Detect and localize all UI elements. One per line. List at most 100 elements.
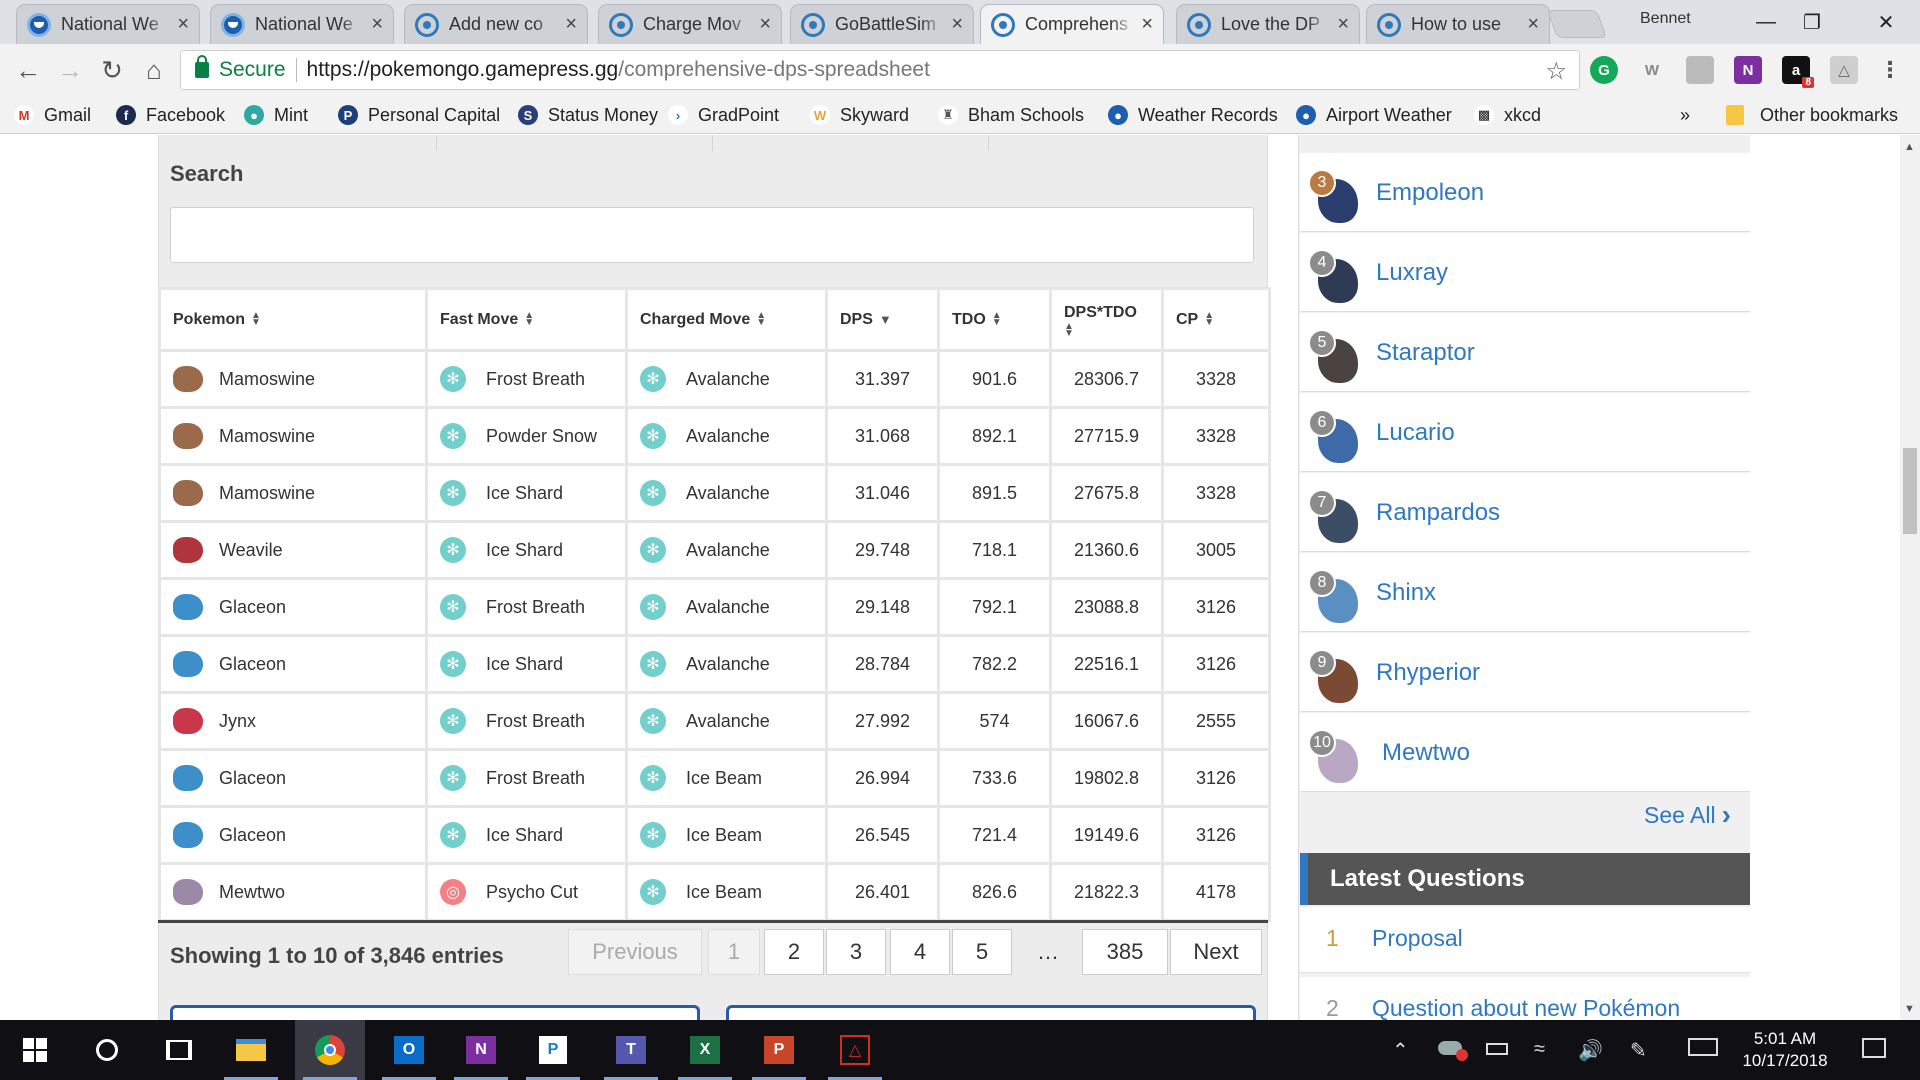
grammarly-extension-icon[interactable]: G: [1590, 56, 1618, 84]
export-csv-button[interactable]: [726, 1005, 1256, 1020]
question-item[interactable]: 1 Proposal: [1300, 907, 1750, 973]
browser-tab[interactable]: National We ×: [210, 4, 394, 44]
browser-tab[interactable]: National We ×: [16, 4, 200, 44]
ranking-item[interactable]: 8 Shinx: [1300, 553, 1750, 632]
column-header[interactable]: DPS ▼: [825, 287, 940, 352]
table-row[interactable]: Glaceon ✻ Frost Breath ✻ Avalanche 29.148 792.…: [158, 577, 1271, 637]
battery-icon[interactable]: [1486, 1038, 1508, 1061]
scroll-down-icon[interactable]: ▼: [1904, 1003, 1915, 1015]
table-row[interactable]: Jynx ✻ Frost Breath ✻ Avalanche 27.992 574 1606…: [158, 691, 1271, 751]
bookmark-item[interactable]: ▩ xkcd: [1474, 102, 1541, 128]
onedrive-icon[interactable]: [1438, 1038, 1468, 1061]
volume-icon[interactable]: 🔊: [1578, 1038, 1603, 1063]
page-button[interactable]: 5: [952, 929, 1012, 975]
onenote-extension-icon[interactable]: N: [1734, 56, 1762, 84]
bookmark-star-icon[interactable]: ☆: [1545, 57, 1567, 86]
system-clock[interactable]: 5:01 AM 10/17/2018: [1730, 1028, 1840, 1072]
keyboard-icon[interactable]: [1688, 1038, 1718, 1062]
file-explorer-button[interactable]: [216, 1020, 286, 1080]
question-item[interactable]: 2 Question about new Pokémon: [1300, 977, 1750, 1020]
bookmark-item[interactable]: › GradPoint: [668, 102, 779, 128]
tab-close-icon[interactable]: ×: [1337, 13, 1349, 36]
bookmark-item[interactable]: P Personal Capital: [338, 102, 500, 128]
next-page-button[interactable]: Next: [1170, 929, 1262, 975]
page-button[interactable]: 4: [890, 929, 950, 975]
powerpoint-taskbar-button[interactable]: P: [744, 1020, 814, 1080]
column-header[interactable]: CP ▲ ▼: [1161, 287, 1271, 352]
new-tab-button[interactable]: [1546, 10, 1608, 38]
browser-tab[interactable]: GoBattleSim ×: [790, 4, 974, 44]
other-bookmarks-folder[interactable]: Other bookmarks: [1726, 102, 1898, 128]
table-row[interactable]: Mamoswine ✻ Ice Shard ✻ Avalanche 31.046 891.5…: [158, 463, 1271, 523]
reload-button[interactable]: ↻: [96, 54, 128, 86]
restore-button[interactable]: ❐: [1792, 6, 1832, 38]
tab-close-icon[interactable]: ×: [1527, 13, 1539, 36]
pdf-extension-icon[interactable]: △: [1830, 56, 1858, 84]
bookmark-item[interactable]: ♜ Bham Schools: [938, 102, 1084, 128]
ranking-item[interactable]: 4 Luxray: [1300, 233, 1750, 312]
minimize-button[interactable]: —: [1746, 6, 1786, 38]
acrobat-taskbar-button[interactable]: △: [820, 1020, 890, 1080]
column-header[interactable]: Fast Move ▲ ▼: [425, 287, 628, 352]
bookmark-item[interactable]: ● Weather Records: [1108, 102, 1278, 128]
browser-tab[interactable]: Love the DP ×: [1176, 4, 1360, 44]
browser-tab[interactable]: Comprehens ×: [980, 4, 1164, 44]
column-header[interactable]: TDO ▲ ▼: [937, 287, 1052, 352]
page-scrollbar[interactable]: ▲ ▼: [1900, 135, 1920, 1020]
bookmark-item[interactable]: ● Airport Weather: [1296, 102, 1452, 128]
forward-button[interactable]: →: [54, 54, 86, 86]
table-row[interactable]: Glaceon ✻ Ice Shard ✻ Avalanche 28.784 782.2 22…: [158, 634, 1271, 694]
address-bar[interactable]: Secure https://pokemongo.gamepress.gg/co…: [180, 50, 1580, 90]
page-button[interactable]: 2: [764, 929, 824, 975]
tab-close-icon[interactable]: ×: [565, 13, 577, 36]
bookmark-item[interactable]: f Facebook: [116, 102, 225, 128]
bookmarks-overflow-button[interactable]: »: [1680, 102, 1690, 128]
table-row[interactable]: Glaceon ✻ Ice Shard ✻ Ice Beam 26.545 721.4 191…: [158, 805, 1271, 865]
onenote-taskbar-button[interactable]: N: [446, 1020, 516, 1080]
wifi-icon[interactable]: ≈: [1534, 1038, 1545, 1061]
ranking-item[interactable]: 10 Mewtwo: [1300, 713, 1750, 792]
home-button[interactable]: ⌂: [138, 54, 170, 86]
table-row[interactable]: Mamoswine ✻ Frost Breath ✻ Avalanche 31.397 90…: [158, 349, 1271, 409]
profile-button[interactable]: Bennet: [1640, 10, 1691, 28]
ranking-item[interactable]: 3 Empoleon: [1300, 153, 1750, 232]
pen-icon[interactable]: ✎: [1630, 1038, 1647, 1063]
table-row[interactable]: Glaceon ✻ Frost Breath ✻ Ice Beam 26.994 733.6…: [158, 748, 1271, 808]
ranking-item[interactable]: 5 Staraptor: [1300, 313, 1750, 392]
tab-close-icon[interactable]: ×: [177, 13, 189, 36]
column-header[interactable]: Charged Move ▲ ▼: [625, 287, 828, 352]
ranking-item[interactable]: 7 Rampardos: [1300, 473, 1750, 552]
outlook-taskbar-button[interactable]: O: [374, 1020, 444, 1080]
browser-tab[interactable]: Charge Mov ×: [598, 4, 782, 44]
tab-close-icon[interactable]: ×: [951, 13, 963, 36]
tab-close-icon[interactable]: ×: [759, 13, 771, 36]
task-view-button[interactable]: [144, 1020, 214, 1080]
close-window-button[interactable]: ✕: [1866, 6, 1906, 38]
show-hidden-icons-icon[interactable]: ⌃: [1392, 1038, 1409, 1063]
search-input[interactable]: [170, 207, 1254, 263]
amazon-extension-icon[interactable]: a8: [1782, 56, 1814, 88]
scroll-thumb[interactable]: [1903, 448, 1917, 534]
scroll-up-icon[interactable]: ▲: [1904, 141, 1915, 153]
column-header[interactable]: DPS*TDO ▲ ▼: [1049, 287, 1164, 352]
page-button[interactable]: 1: [708, 929, 760, 975]
browser-tab[interactable]: How to use ×: [1366, 4, 1550, 44]
action-center-icon[interactable]: [1862, 1038, 1886, 1064]
ranking-item[interactable]: 9 Rhyperior: [1300, 633, 1750, 712]
excel-taskbar-button[interactable]: X: [670, 1020, 740, 1080]
see-all-link[interactable]: See All ›: [1644, 799, 1731, 831]
question-link[interactable]: Question about new Pokémon: [1372, 995, 1680, 1020]
teams-taskbar-button[interactable]: T: [596, 1020, 666, 1080]
back-button[interactable]: ←: [12, 54, 44, 86]
chrome-menu-icon[interactable]: ⋮: [1876, 56, 1904, 84]
question-link[interactable]: Proposal: [1372, 925, 1463, 952]
bookmark-item[interactable]: S Status Money: [518, 102, 658, 128]
copy-to-clipboard-button[interactable]: [170, 1005, 700, 1020]
tab-close-icon[interactable]: ×: [371, 13, 383, 36]
table-row[interactable]: Mamoswine ✻ Powder Snow ✻ Avalanche 31.068 892…: [158, 406, 1271, 466]
bookmark-item[interactable]: W Skyward: [810, 102, 909, 128]
cortana-button[interactable]: [72, 1020, 142, 1080]
page-button[interactable]: 3: [826, 929, 886, 975]
table-row[interactable]: Weavile ✻ Ice Shard ✻ Avalanche 29.748 718.1 21…: [158, 520, 1271, 580]
chrome-taskbar-button[interactable]: [295, 1020, 365, 1080]
